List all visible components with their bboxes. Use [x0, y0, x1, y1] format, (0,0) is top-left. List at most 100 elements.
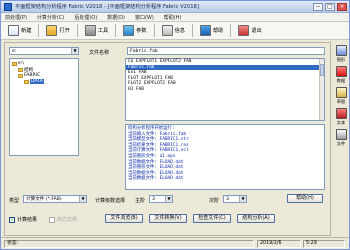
- menu-calculate[interactable]: 计算分析(C): [37, 14, 64, 21]
- analyze-button[interactable]: 结构分析(A): [237, 214, 275, 223]
- tree-node-label: e:\: [18, 61, 24, 66]
- internal-force-label: 内力文件: [57, 217, 78, 223]
- close-button[interactable]: ×: [337, 3, 347, 11]
- main-order-label: 主阶: [135, 198, 146, 204]
- menu-help[interactable]: 帮助(H): [164, 14, 182, 21]
- params-icon: [123, 25, 135, 36]
- main-panel: e: ▼ e:\ 结构 FABRIC DATA 文件名称 Fabric.fab: [4, 42, 331, 236]
- main-order-value: 3: [152, 197, 155, 202]
- drive-value: e:: [12, 49, 17, 54]
- main-order-select[interactable]: 3 ▼: [149, 195, 173, 203]
- tree-node-fabric[interactable]: FABRIC: [18, 73, 40, 78]
- info-icon: [161, 25, 173, 36]
- exit-button-label: 退出: [251, 28, 262, 34]
- main-window: 平面框架结构分析程序 Fabric V2018 - [平面框架结构分析程序 Fa…: [0, 0, 350, 250]
- convert-file-button[interactable]: 文件转换(V): [149, 214, 187, 223]
- status-time: 5:29: [303, 240, 345, 248]
- chevron-down-icon[interactable]: ▼: [239, 196, 246, 202]
- menu-postprocess[interactable]: 后处理(O): [74, 14, 97, 21]
- chevron-down-icon[interactable]: ▼: [79, 196, 86, 202]
- window-controls: − □ ×: [313, 3, 347, 11]
- folder-tree[interactable]: e:\ 结构 FABRIC DATA: [9, 58, 79, 156]
- calc-result-checkbox[interactable]: ✓ 计算结果: [9, 216, 37, 223]
- text-button[interactable]: 文本: [335, 108, 347, 126]
- tools-button[interactable]: 工具: [82, 24, 111, 38]
- drive-select[interactable]: e: ▼: [9, 47, 79, 55]
- tree-node-root[interactable]: e:\: [12, 61, 24, 66]
- sketch-icon: [335, 87, 347, 98]
- menu-window[interactable]: 窗口(W): [135, 14, 154, 21]
- analysis-level-label: 计算级数选择: [95, 198, 126, 204]
- sub-order-select[interactable]: 3 ▼: [223, 195, 247, 203]
- type-select[interactable]: 计算文件 (*.FAB) ▼: [23, 195, 87, 203]
- info-button[interactable]: 信息: [159, 24, 188, 38]
- chevron-down-icon[interactable]: ▼: [165, 196, 172, 202]
- toolbar: 新建 打开 工具 参数 信息 帮助 退出: [1, 22, 349, 40]
- open-button-label: 打开: [59, 28, 70, 34]
- exit-button[interactable]: 退出: [235, 24, 264, 38]
- toolbar-separator: [230, 24, 232, 37]
- calc-result-label: 计算结果: [17, 217, 38, 223]
- type-value: 计算文件 (*.FAB): [26, 197, 62, 202]
- check-file-button[interactable]: 检查文件(C): [193, 214, 231, 223]
- help-toolbar-button[interactable]: 帮助: [197, 24, 226, 38]
- params-button[interactable]: 参数: [120, 24, 149, 38]
- graph-button[interactable]: 图形: [335, 45, 347, 63]
- scrollbar-thumb[interactable]: [320, 64, 324, 76]
- type-label: 类型: [9, 198, 20, 204]
- help-icon: [199, 25, 211, 36]
- app-icon: [4, 2, 12, 11]
- data-label: 数据: [336, 78, 346, 83]
- toolbar-separator: [115, 24, 117, 37]
- toolbar-separator: [38, 24, 40, 37]
- browse-file-button[interactable]: 文件浏览(B): [105, 214, 143, 223]
- filename-input[interactable]: Fabric.fab: [127, 47, 325, 55]
- file-button[interactable]: 文件: [335, 129, 347, 147]
- tools-icon: [84, 25, 96, 36]
- maximize-button[interactable]: □: [325, 3, 335, 11]
- right-sidebar: 图形 数据 草图 文本 文件: [333, 42, 349, 236]
- toolbar-separator: [76, 24, 78, 37]
- log-line: 当前数据文件: ELOAD.dat: [128, 176, 184, 182]
- file-icon: [335, 129, 347, 140]
- help-button[interactable]: 帮助(H): [287, 194, 323, 203]
- data-icon: [335, 66, 347, 77]
- tools-button-label: 工具: [97, 28, 109, 34]
- open-folder-icon: [46, 25, 58, 36]
- options-row: 类型 计算文件 (*.FAB) ▼ 计算级数选择 主阶 3 ▼ 次阶 3 ▼ 帮…: [9, 194, 327, 205]
- checkbox-box[interactable]: [49, 216, 55, 223]
- file-list-scrollbar[interactable]: [319, 59, 324, 120]
- tree-node-label: FABRIC: [24, 73, 41, 78]
- text-label: 文本: [336, 120, 346, 125]
- folder-icon: [18, 68, 23, 72]
- status-date: 2019/2/6: [257, 240, 301, 248]
- file-list-item[interactable]: HJ FAB: [126, 87, 324, 93]
- new-button[interactable]: 新建: [5, 24, 34, 38]
- sub-order-value: 3: [226, 197, 229, 202]
- file-list[interactable]: CG EXPFLOT1 EXPFLOT2 FAB Fabric.fab Ex1 …: [125, 58, 325, 121]
- sub-order-label: 次阶: [209, 198, 220, 204]
- open-button[interactable]: 打开: [43, 24, 72, 38]
- sketch-button[interactable]: 草图: [335, 87, 347, 105]
- data-button[interactable]: 数据: [335, 66, 347, 84]
- folder-icon: [12, 61, 17, 66]
- tree-node-data[interactable]: DATA: [24, 79, 44, 84]
- menu-data[interactable]: 数据(D): [107, 14, 125, 21]
- graph-label: 图形: [336, 57, 346, 62]
- checkbox-box[interactable]: ✓: [9, 216, 15, 223]
- actions-row: ✓ 计算结果 内力文件 文件浏览(B) 文件转换(V) 检查文件(C) 结构分析…: [9, 213, 327, 225]
- folder-open-icon: [24, 79, 29, 84]
- window-title: 平面框架结构分析程序 Fabric V2018 - [平面框架结构分析程序 Fa…: [15, 4, 199, 10]
- filename-label: 文件名称: [89, 50, 110, 56]
- output-log[interactable]: 结构分析程序开始运行: 当前输入文件: Fabric.fab 当前模型文件: F…: [125, 124, 325, 190]
- chevron-down-icon[interactable]: ▼: [71, 48, 78, 54]
- sketch-label: 草图: [336, 99, 346, 104]
- internal-force-checkbox[interactable]: 内力文件: [49, 216, 77, 223]
- menu-preprocess[interactable]: 前处理(P): [5, 14, 27, 21]
- new-button-label: 新建: [21, 28, 32, 34]
- minimize-button[interactable]: −: [313, 3, 323, 11]
- exit-icon: [238, 25, 250, 36]
- new-file-icon: [8, 25, 19, 36]
- folder-icon: [18, 73, 23, 78]
- title-bar[interactable]: 平面框架结构分析程序 Fabric V2018 - [平面框架结构分析程序 Fa…: [1, 1, 349, 13]
